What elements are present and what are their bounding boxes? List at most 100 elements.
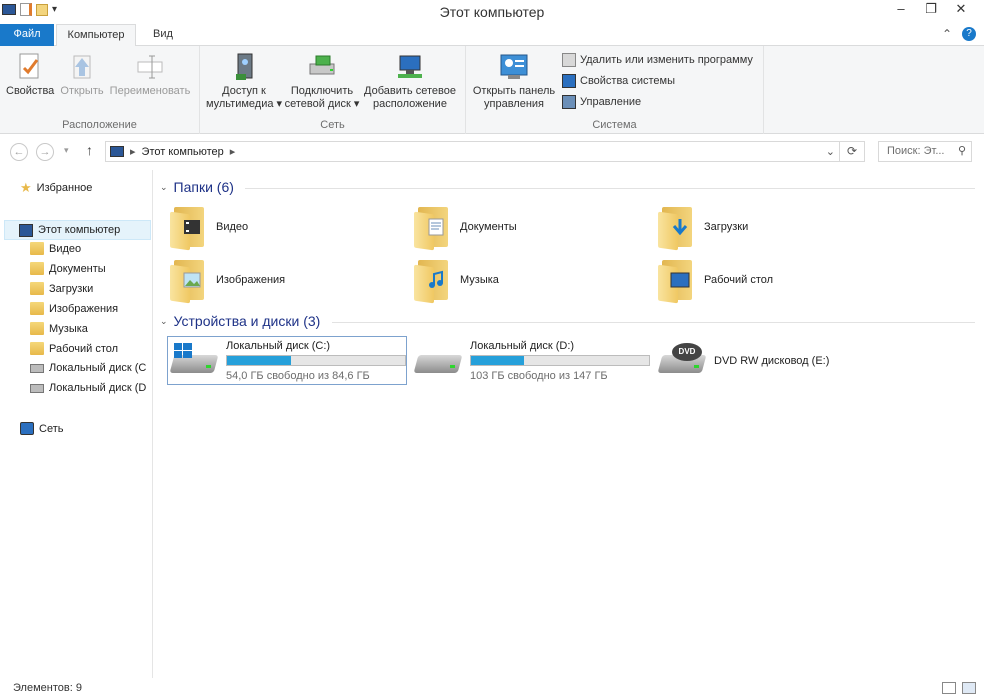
- collapse-chevron-icon: ⌄: [160, 315, 168, 326]
- collapse-chevron-icon: ⌄: [160, 181, 168, 192]
- nav-item-downloads[interactable]: Загрузки: [30, 282, 93, 295]
- nav-item-drive-c[interactable]: Локальный диск (C: [30, 362, 152, 374]
- open-button[interactable]: Открыть: [58, 52, 106, 98]
- open-icon: [73, 55, 91, 79]
- breadcrumb-separator-icon[interactable]: ▸: [130, 145, 136, 158]
- section-divider: [245, 188, 975, 189]
- group-label-network: Сеть: [320, 119, 345, 131]
- folder-tile-pictures[interactable]: Изображения: [170, 258, 285, 304]
- nav-this-pc[interactable]: Этот компьютер: [4, 220, 151, 240]
- restore-button[interactable]: ❐: [916, 0, 946, 20]
- uninstall-icon: [562, 53, 576, 67]
- drive-usage-bar: [226, 354, 406, 366]
- network-drive-icon: [309, 55, 335, 75]
- drive-name: Локальный диск (D:): [470, 339, 575, 352]
- tab-view[interactable]: Вид: [140, 24, 186, 46]
- ribbon-tabs: Файл Компьютер Вид ⌃ ?: [0, 24, 984, 47]
- manage-button[interactable]: Управление: [562, 95, 641, 109]
- tab-computer[interactable]: Компьютер: [56, 24, 136, 47]
- back-button[interactable]: ←: [10, 143, 28, 161]
- forward-button[interactable]: →: [36, 143, 54, 161]
- folder-tile-video[interactable]: Видео: [170, 205, 248, 251]
- pictures-folder-icon: [170, 258, 208, 304]
- nav-item-drive-d[interactable]: Локальный диск (D: [30, 382, 152, 394]
- details-view-icon[interactable]: [942, 682, 956, 694]
- up-button[interactable]: ↑: [86, 142, 93, 158]
- drive-free-space: 54,0 ГБ свободно из 84,6 ГБ: [226, 369, 370, 382]
- window-controls: ‒ ❐ ✕: [886, 0, 976, 20]
- star-icon: ★: [20, 180, 32, 195]
- map-network-drive-button[interactable]: Подключить сетевой диск ▾: [284, 52, 360, 111]
- breadcrumb-separator-icon[interactable]: ▸: [230, 145, 236, 158]
- search-icon: ⚲: [957, 145, 966, 157]
- search-input[interactable]: Поиск: Эт... ⚲: [878, 141, 972, 162]
- network-icon: [20, 422, 34, 435]
- drive-icon: [413, 343, 463, 379]
- computer-icon: [110, 146, 124, 157]
- folder-icon: [30, 322, 44, 335]
- drive-tile-c[interactable]: Локальный диск (C:) 54,0 ГБ свободно из …: [167, 336, 407, 385]
- navigation-pane: ★ Избранное Этот компьютер Видео Докумен…: [0, 170, 153, 678]
- large-icons-view-icon[interactable]: [962, 682, 976, 694]
- nav-item-video[interactable]: Видео: [30, 242, 81, 255]
- recent-locations-icon[interactable]: ▾: [64, 145, 69, 156]
- video-folder-icon: [170, 205, 208, 251]
- folder-icon: [30, 242, 44, 255]
- breadcrumb-this-pc[interactable]: Этот компьютер: [142, 146, 224, 158]
- window-title: Этот компьютер: [439, 4, 545, 20]
- status-item-count: Элементов: 9: [13, 682, 82, 694]
- system-properties-button[interactable]: Свойства системы: [562, 74, 675, 88]
- collapse-ribbon-icon[interactable]: ⌃: [942, 27, 952, 41]
- rename-icon: [137, 55, 163, 79]
- address-bar[interactable]: ▸ Этот компьютер ▸ ⌄: [105, 141, 840, 162]
- drive-tile-d[interactable]: Локальный диск (D:) 103 ГБ свободно из 1…: [412, 336, 652, 385]
- nav-item-music[interactable]: Музыка: [30, 322, 88, 335]
- nav-network[interactable]: Сеть: [20, 422, 63, 435]
- open-control-panel-button[interactable]: Открыть панель управления: [468, 52, 560, 111]
- control-panel-icon: [500, 54, 528, 79]
- manage-icon: [562, 95, 576, 109]
- folder-tile-documents[interactable]: Документы: [414, 205, 517, 251]
- ribbon-group-system: Открыть панель управления Удалить или изм…: [466, 46, 764, 134]
- nav-item-documents[interactable]: Документы: [30, 262, 106, 275]
- documents-folder-icon: [414, 205, 452, 251]
- ribbon-group-network: Доступ к мультимедиа ▾ Подключить сетевой …: [200, 46, 466, 134]
- title-bar: ▾ Этот компьютер ‒ ❐ ✕: [0, 0, 984, 24]
- folder-icon: [30, 302, 44, 315]
- folder-tile-desktop[interactable]: Рабочий стол: [658, 258, 773, 304]
- nav-item-desktop[interactable]: Рабочий стол: [30, 342, 118, 355]
- group-label-location: Расположение: [62, 119, 137, 131]
- folder-tile-music[interactable]: Музыка: [414, 258, 499, 304]
- group-label-system: Система: [592, 119, 637, 131]
- rename-button[interactable]: Переименовать: [108, 52, 192, 98]
- drive-tile-e[interactable]: DVD DVD RW дисковод (E:): [656, 336, 896, 385]
- system-properties-icon: [562, 74, 576, 88]
- drive-usage-bar: [470, 354, 650, 366]
- nav-item-pictures[interactable]: Изображения: [30, 302, 118, 315]
- uninstall-program-button[interactable]: Удалить или изменить программу: [562, 53, 753, 67]
- refresh-button[interactable]: ⟳: [840, 141, 865, 162]
- drive-icon: [30, 363, 44, 373]
- folder-tile-downloads[interactable]: Загрузки: [658, 205, 748, 251]
- downloads-folder-icon: [658, 205, 696, 251]
- section-devices[interactable]: ⌄ Устройства и диски (3): [160, 313, 320, 329]
- nav-favorites[interactable]: ★ Избранное: [20, 180, 92, 196]
- close-button[interactable]: ✕: [946, 0, 976, 20]
- help-icon[interactable]: ?: [962, 27, 976, 41]
- add-network-location-button[interactable]: Добавить сетевое расположение: [360, 52, 460, 111]
- folder-icon: [30, 262, 44, 275]
- section-folders[interactable]: ⌄ Папки (6): [160, 179, 234, 195]
- address-dropdown-icon[interactable]: ⌄: [826, 145, 835, 158]
- view-switcher: [942, 682, 976, 694]
- drive-free-space: 103 ГБ свободно из 147 ГБ: [470, 369, 608, 382]
- properties-icon: [19, 53, 39, 79]
- minimize-button[interactable]: ‒: [886, 0, 916, 20]
- properties-button[interactable]: Свойства: [6, 52, 54, 98]
- tab-file[interactable]: Файл: [0, 24, 54, 46]
- dvd-drive-icon: DVD: [657, 342, 707, 379]
- ribbon: Свойства Открыть Переименовать Расположе…: [0, 46, 984, 134]
- ribbon-group-location: Свойства Открыть Переименовать Расположе…: [0, 46, 200, 134]
- folder-icon: [30, 282, 44, 295]
- media-server-icon: [236, 53, 253, 80]
- media-access-button[interactable]: Доступ к мультимедиа ▾: [204, 52, 284, 111]
